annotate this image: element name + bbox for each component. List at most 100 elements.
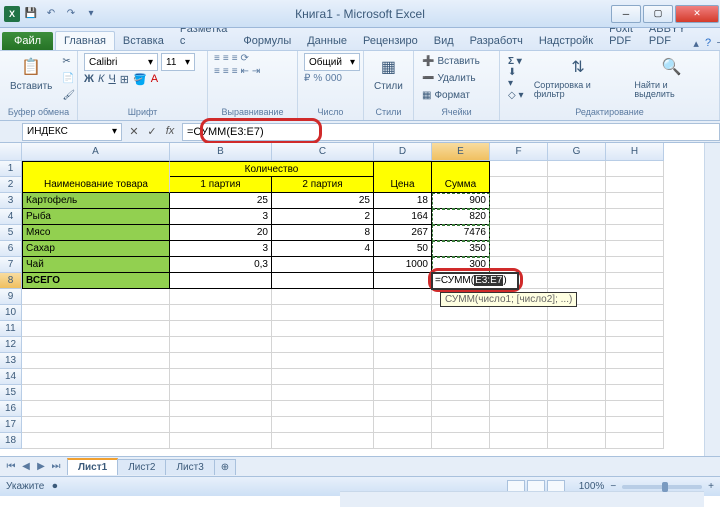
cell-A1[interactable]: [22, 161, 170, 177]
cell-G4[interactable]: [548, 209, 606, 225]
cell-H6[interactable]: [606, 241, 664, 257]
row-header-12[interactable]: 12: [0, 337, 22, 353]
delete-cells-button[interactable]: ➖ Удалить: [420, 70, 482, 86]
cut-button[interactable]: ✂: [60, 53, 77, 69]
cell-F6[interactable]: [490, 241, 548, 257]
sheet-tab-1[interactable]: Лист1: [67, 458, 118, 475]
cell-A4[interactable]: Рыба: [22, 209, 170, 225]
cell-H5[interactable]: [606, 225, 664, 241]
zoom-slider[interactable]: [622, 485, 702, 489]
cell-A8[interactable]: ВСЕГО: [22, 273, 170, 289]
cell-B7[interactable]: 0,3: [170, 257, 272, 273]
tab-view[interactable]: Вид: [426, 32, 462, 50]
sheet-tab-3[interactable]: Лист3: [165, 459, 214, 475]
cell-D4[interactable]: 164: [374, 209, 432, 225]
fx-button[interactable]: fx: [162, 125, 178, 138]
align-top-button[interactable]: ≡: [214, 53, 220, 64]
row-header-1[interactable]: 1: [0, 161, 22, 177]
tab-data[interactable]: Данные: [299, 32, 355, 50]
row-header-3[interactable]: 3: [0, 193, 22, 209]
align-right-button[interactable]: ≡: [232, 66, 238, 77]
cell-G5[interactable]: [548, 225, 606, 241]
copy-button[interactable]: 📄: [60, 70, 77, 86]
cell-C6[interactable]: 4: [272, 241, 374, 257]
cell-F1[interactable]: [490, 161, 548, 177]
col-header-B[interactable]: B: [170, 143, 272, 161]
cell-C2[interactable]: 2 партия: [272, 177, 374, 193]
indent-decrease-button[interactable]: ⇤: [241, 66, 249, 77]
tab-formulas[interactable]: Формулы: [235, 32, 299, 50]
cell-F8[interactable]: [518, 273, 548, 289]
align-left-button[interactable]: ≡: [214, 66, 220, 77]
cell-B8[interactable]: [170, 273, 272, 289]
cell-D1[interactable]: [374, 161, 432, 177]
cell-H7[interactable]: [606, 257, 664, 273]
cell-D7[interactable]: 1000: [374, 257, 432, 273]
sheet-nav-prev[interactable]: ◀: [19, 461, 33, 472]
row-header-6[interactable]: 6: [0, 241, 22, 257]
cell-F3[interactable]: [490, 193, 548, 209]
cell-G3[interactable]: [548, 193, 606, 209]
cell-B2[interactable]: 1 партия: [170, 177, 272, 193]
cell-B4[interactable]: 3: [170, 209, 272, 225]
tab-addins[interactable]: Надстройк: [531, 32, 601, 50]
insert-cells-button[interactable]: ➕ Вставить: [420, 53, 482, 69]
vertical-scrollbar[interactable]: [704, 143, 720, 456]
format-cells-button[interactable]: ▦ Формат: [420, 87, 482, 103]
sheet-tab-2[interactable]: Лист2: [117, 459, 166, 475]
qat-customize-icon[interactable]: ▾: [82, 5, 100, 23]
new-sheet-button[interactable]: ⊕: [214, 459, 236, 475]
currency-button[interactable]: ₽: [304, 73, 310, 84]
sort-filter-button[interactable]: ⇅ Сортировка и фильтр: [530, 53, 627, 101]
undo-button[interactable]: ↶: [42, 5, 60, 23]
row-header-11[interactable]: 11: [0, 321, 22, 337]
cell-D3[interactable]: 18: [374, 193, 432, 209]
cell-E3[interactable]: 900: [432, 193, 490, 209]
cell-F5[interactable]: [490, 225, 548, 241]
cell-E7[interactable]: 300: [432, 257, 490, 273]
cell-C3[interactable]: 25: [272, 193, 374, 209]
cell-E8-editing[interactable]: =СУММ(E3:E7): [432, 273, 518, 289]
col-header-E[interactable]: E: [432, 143, 490, 161]
tab-file[interactable]: Файл: [2, 32, 53, 50]
cell-D2[interactable]: Цена: [374, 177, 432, 193]
cell-BC1[interactable]: Количество: [170, 161, 374, 177]
row-header-18[interactable]: 18: [0, 433, 22, 449]
macro-record-icon[interactable]: ⏺: [52, 481, 57, 492]
cell-H8[interactable]: [606, 273, 664, 289]
comma-button[interactable]: 000: [325, 73, 342, 84]
sheet-nav-last[interactable]: ⏭: [49, 461, 63, 472]
cell-F2[interactable]: [490, 177, 548, 193]
paste-button[interactable]: 📋 Вставить: [6, 53, 56, 94]
find-select-button[interactable]: 🔍 Найти и выделить: [630, 53, 713, 101]
cell-C8[interactable]: [272, 273, 374, 289]
cell-C5[interactable]: 8: [272, 225, 374, 241]
col-header-D[interactable]: D: [374, 143, 432, 161]
tab-developer[interactable]: Разработч: [462, 32, 531, 50]
align-middle-button[interactable]: ≡: [223, 53, 229, 64]
cell-A3[interactable]: Картофель: [22, 193, 170, 209]
fill-color-button[interactable]: 🪣: [133, 73, 147, 86]
redo-button[interactable]: ↷: [62, 5, 80, 23]
cell-G8[interactable]: [548, 273, 606, 289]
row-header-9[interactable]: 9: [0, 289, 22, 305]
row-header-10[interactable]: 10: [0, 305, 22, 321]
name-box[interactable]: ИНДЕКС▾: [22, 123, 122, 141]
cell-H3[interactable]: [606, 193, 664, 209]
col-header-G[interactable]: G: [548, 143, 606, 161]
row-header-16[interactable]: 16: [0, 401, 22, 417]
worksheet-grid[interactable]: A B C D E F G H 1 Количество 2 Наименова…: [0, 143, 720, 456]
font-name-dropdown[interactable]: Calibri▾: [84, 53, 158, 71]
percent-button[interactable]: %: [313, 73, 322, 84]
col-header-H[interactable]: H: [606, 143, 664, 161]
font-size-dropdown[interactable]: 11▾: [161, 53, 195, 71]
orientation-button[interactable]: ⟳: [241, 53, 249, 64]
cell-H2[interactable]: [606, 177, 664, 193]
tab-review[interactable]: Рецензиро: [355, 32, 426, 50]
horizontal-scrollbar[interactable]: [340, 491, 704, 507]
cell-G6[interactable]: [548, 241, 606, 257]
col-header-F[interactable]: F: [490, 143, 548, 161]
format-painter-button[interactable]: 🖌: [60, 87, 77, 103]
cell-E6[interactable]: 350: [432, 241, 490, 257]
number-format-dropdown[interactable]: Общий▾: [304, 53, 360, 71]
